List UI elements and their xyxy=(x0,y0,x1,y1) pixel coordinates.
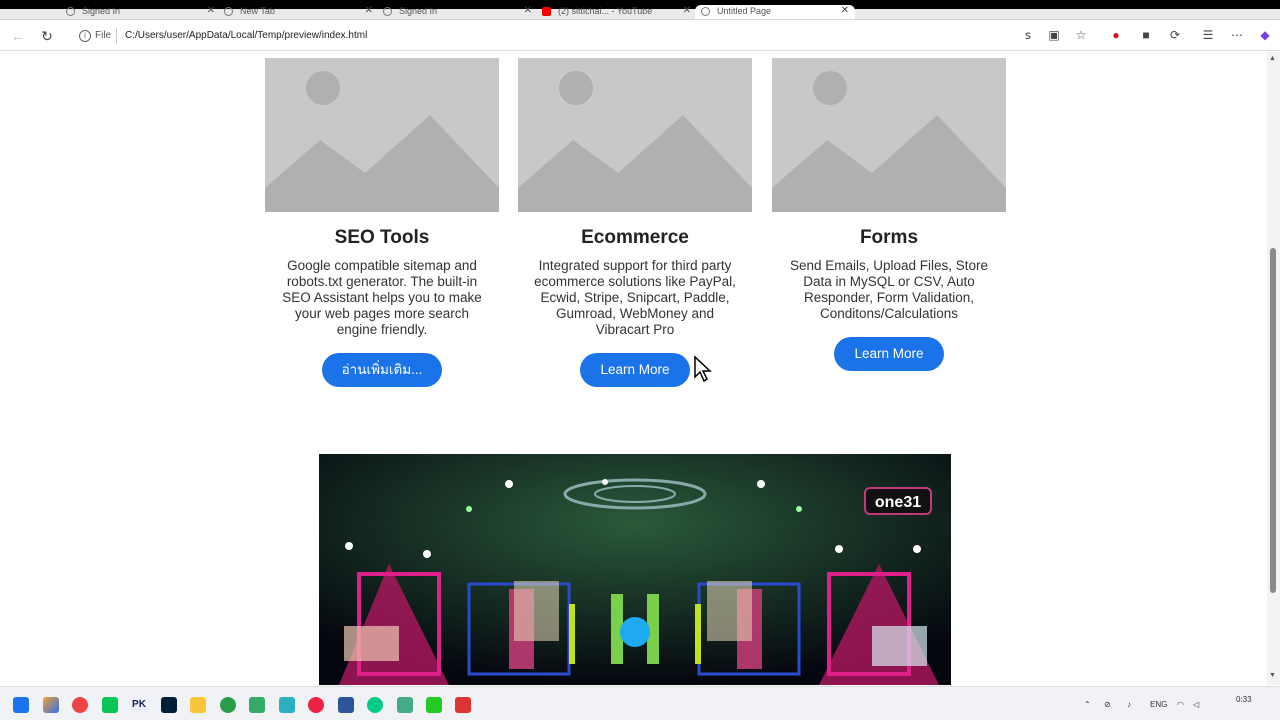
globe-icon xyxy=(701,7,710,16)
close-icon[interactable]: ✕ xyxy=(365,5,373,17)
app-icon[interactable] xyxy=(249,697,265,713)
divider xyxy=(116,28,117,44)
app-icon-3[interactable] xyxy=(397,697,413,713)
globe-icon xyxy=(383,7,392,16)
placeholder-image-icon xyxy=(265,58,499,212)
app-icon-4[interactable] xyxy=(426,697,442,713)
close-icon[interactable]: ✕ xyxy=(683,5,691,17)
tab-untitled-page[interactable]: Untitled Page ✕ xyxy=(695,5,855,19)
file-explorer-icon[interactable] xyxy=(190,697,206,713)
learn-more-button[interactable]: Learn More xyxy=(580,353,690,387)
url-text[interactable]: C:/Users/user/AppData/Local/Temp/preview… xyxy=(125,30,367,41)
card-title: Ecommerce xyxy=(581,227,689,248)
word-icon[interactable] xyxy=(338,697,354,713)
taskbar: PK ⌃ ⊘ ♪ ENG ◠ ◁ 0:33 xyxy=(0,686,1280,720)
card-text: Integrated support for third party ecomm… xyxy=(534,258,736,337)
extensions-icon[interactable]: ▣ xyxy=(1046,27,1062,43)
tab-signed-in-2[interactable]: Signed In ✕ xyxy=(377,5,532,19)
app-icon-2[interactable] xyxy=(308,697,324,713)
favorite-star-icon[interactable]: ☆ xyxy=(1073,27,1089,43)
scrollbar[interactable]: ▲ ▼ xyxy=(1267,52,1280,685)
close-icon[interactable]: ✕ xyxy=(841,5,849,17)
sync-icon[interactable]: ⟳ xyxy=(1167,27,1183,43)
image-placeholder xyxy=(265,58,499,212)
read-aloud-icon[interactable]: ꜱ xyxy=(1020,27,1036,43)
tab-signed-in-1[interactable]: Signed In ✕ xyxy=(60,5,215,19)
tab-label: New Tab xyxy=(240,6,275,16)
placeholder-image-icon xyxy=(772,58,1006,212)
tab-strip: Signed In ✕ New Tab ✕ Signed In ✕ (2) si… xyxy=(0,0,1280,20)
back-icon[interactable]: ← xyxy=(9,27,27,45)
tab-new-tab[interactable]: New Tab ✕ xyxy=(218,5,373,19)
more-menu-icon[interactable]: ⋯ xyxy=(1229,27,1245,43)
card-seo-tools: SEO Tools Google compatible sitemap and … xyxy=(265,58,499,387)
chevron-up-icon[interactable]: ⌃ xyxy=(1084,700,1091,709)
image-placeholder xyxy=(772,58,1006,212)
placeholder-image-icon xyxy=(518,58,752,212)
screenshot-icon[interactable]: ■ xyxy=(1138,27,1154,43)
clock[interactable]: 0:33 xyxy=(1236,695,1252,704)
app-icon-5[interactable] xyxy=(455,697,471,713)
tab-label: Signed In xyxy=(82,6,121,16)
url-scheme: File xyxy=(95,30,112,41)
learn-more-button[interactable]: Learn More xyxy=(834,337,944,371)
network-off-icon[interactable]: ⊘ xyxy=(1104,700,1111,709)
line-icon[interactable] xyxy=(102,697,118,713)
calculator-icon[interactable] xyxy=(279,697,295,713)
copilot-icon[interactable]: ◆ xyxy=(1257,27,1273,43)
scroll-down-icon[interactable]: ▼ xyxy=(1269,672,1276,679)
youtube-icon xyxy=(542,7,551,16)
google-drive-icon[interactable] xyxy=(220,697,236,713)
pk-app-icon[interactable]: PK xyxy=(131,697,147,713)
video-frame: one31 xyxy=(319,454,951,685)
scroll-up-icon[interactable]: ▲ xyxy=(1269,55,1276,62)
address-bar-row: ← ↻ i File C:/Users/user/AppData/Local/T… xyxy=(0,21,1280,51)
language-indicator[interactable]: ENG xyxy=(1150,700,1167,709)
volume-icon[interactable]: ◁ xyxy=(1193,700,1199,709)
opera-icon[interactable]: ● xyxy=(1108,27,1124,43)
address-bar[interactable]: i File C:/Users/user/AppData/Local/Temp/… xyxy=(70,26,1100,48)
wifi-icon[interactable]: ◠ xyxy=(1177,700,1184,709)
card-title: SEO Tools xyxy=(334,227,430,248)
card-text: Google compatible sitemap and robots.txt… xyxy=(282,258,482,337)
image-placeholder xyxy=(518,58,752,212)
new-tab-icon xyxy=(224,7,233,16)
mouse-cursor-icon xyxy=(694,355,712,383)
web-page: SEO Tools Google compatible sitemap and … xyxy=(0,52,1267,685)
card-forms: Forms Send Emails, Upload Files, Store D… xyxy=(772,58,1006,371)
video-player[interactable]: one31 xyxy=(319,454,951,685)
card-text: Send Emails, Upload Files, Store Data in… xyxy=(789,258,989,321)
read-more-button[interactable]: อ่านเพิ่มเติม... xyxy=(321,353,443,387)
scrollbar-thumb[interactable] xyxy=(1270,248,1276,593)
info-icon[interactable]: i xyxy=(79,30,91,42)
chrome-icon[interactable] xyxy=(72,697,88,713)
microphone-icon[interactable]: ♪ xyxy=(1127,700,1131,709)
edge-icon[interactable] xyxy=(367,697,383,713)
favorites-icon[interactable]: ☰ xyxy=(1200,27,1216,43)
windows-start-icon[interactable] xyxy=(13,697,29,713)
close-icon[interactable]: ✕ xyxy=(207,5,215,17)
channel-logo: one31 xyxy=(875,494,921,511)
tab-label: (2) sittichai... - YouTube xyxy=(558,6,653,16)
refresh-icon[interactable]: ↻ xyxy=(38,27,56,45)
card-ecommerce: Ecommerce Integrated support for third p… xyxy=(518,58,752,387)
tab-label: Untitled Page xyxy=(717,6,772,16)
copilot-app-icon[interactable] xyxy=(43,697,59,713)
card-title: Forms xyxy=(859,227,919,248)
tab-label: Signed In xyxy=(399,6,438,16)
close-icon[interactable]: ✕ xyxy=(524,5,532,17)
globe-icon xyxy=(66,7,75,16)
photoshop-icon[interactable] xyxy=(161,697,177,713)
tab-youtube[interactable]: (2) sittichai... - YouTube ✕ xyxy=(536,5,691,19)
